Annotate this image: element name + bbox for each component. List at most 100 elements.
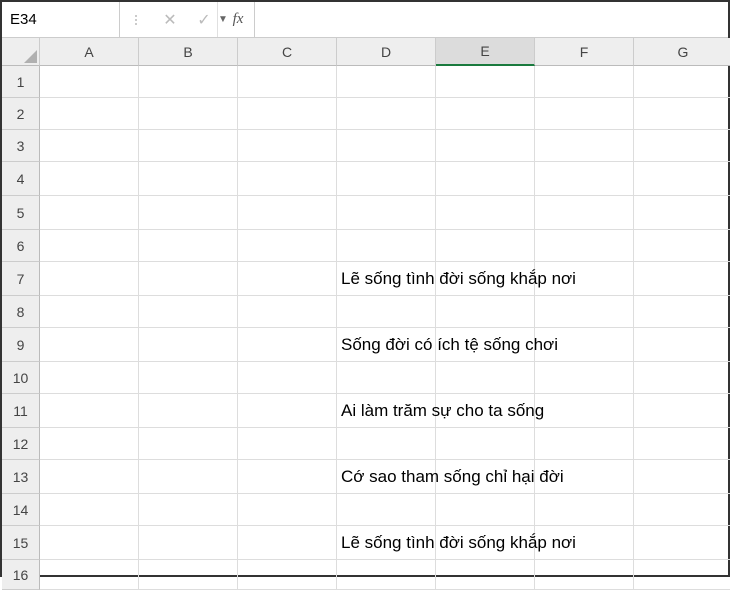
row-header-8[interactable]: 8 <box>2 296 40 328</box>
row-header-3[interactable]: 3 <box>2 130 40 162</box>
cell-B11[interactable] <box>139 394 238 428</box>
cell-G10[interactable] <box>634 362 730 394</box>
cell-B15[interactable] <box>139 526 238 560</box>
cell-C7[interactable] <box>238 262 337 296</box>
cell-A5[interactable] <box>40 196 139 230</box>
cell-A10[interactable] <box>40 362 139 394</box>
cell-A11[interactable] <box>40 394 139 428</box>
cell-F1[interactable] <box>535 66 634 98</box>
cell-E3[interactable] <box>436 130 535 162</box>
cell-E1[interactable] <box>436 66 535 98</box>
select-all-corner[interactable] <box>2 38 40 66</box>
cell-B7[interactable] <box>139 262 238 296</box>
row-header-2[interactable]: 2 <box>2 98 40 130</box>
col-header-G[interactable]: G <box>634 38 730 66</box>
cell-D16[interactable] <box>337 560 436 590</box>
cell-G11[interactable] <box>634 394 730 428</box>
cell-B4[interactable] <box>139 162 238 196</box>
cell-D9[interactable]: Sống đời có ích tệ sống chơi <box>337 328 436 362</box>
cell-E2[interactable] <box>436 98 535 130</box>
cell-F10[interactable] <box>535 362 634 394</box>
cell-B2[interactable] <box>139 98 238 130</box>
row-header-10[interactable]: 10 <box>2 362 40 394</box>
row-header-15[interactable]: 15 <box>2 526 40 560</box>
cell-D13[interactable]: Cớ sao tham sống chỉ hại đời <box>337 460 436 494</box>
row-header-7[interactable]: 7 <box>2 262 40 296</box>
cell-C10[interactable] <box>238 362 337 394</box>
fx-icon[interactable]: fx <box>228 10 248 30</box>
cell-A6[interactable] <box>40 230 139 262</box>
cell-B13[interactable] <box>139 460 238 494</box>
cell-C5[interactable] <box>238 196 337 230</box>
cell-G4[interactable] <box>634 162 730 196</box>
cell-F11[interactable] <box>535 394 634 428</box>
cell-D5[interactable] <box>337 196 436 230</box>
cell-C12[interactable] <box>238 428 337 460</box>
cell-D12[interactable] <box>337 428 436 460</box>
row-header-14[interactable]: 14 <box>2 494 40 526</box>
cell-G5[interactable] <box>634 196 730 230</box>
cell-A3[interactable] <box>40 130 139 162</box>
cell-F8[interactable] <box>535 296 634 328</box>
cell-E10[interactable] <box>436 362 535 394</box>
formula-input[interactable] <box>255 2 728 37</box>
cell-B3[interactable] <box>139 130 238 162</box>
cell-F6[interactable] <box>535 230 634 262</box>
row-header-13[interactable]: 13 <box>2 460 40 494</box>
cell-C14[interactable] <box>238 494 337 526</box>
cell-B12[interactable] <box>139 428 238 460</box>
cell-A1[interactable] <box>40 66 139 98</box>
cell-C3[interactable] <box>238 130 337 162</box>
cell-C6[interactable] <box>238 230 337 262</box>
cell-D15[interactable]: Lẽ sống tình đời sống khắp nơi <box>337 526 436 560</box>
cell-F3[interactable] <box>535 130 634 162</box>
cell-C4[interactable] <box>238 162 337 196</box>
row-header-11[interactable]: 11 <box>2 394 40 428</box>
cell-G6[interactable] <box>634 230 730 262</box>
cell-A9[interactable] <box>40 328 139 362</box>
name-box[interactable]: ▼ <box>2 2 120 37</box>
cell-E12[interactable] <box>436 428 535 460</box>
cell-E16[interactable] <box>436 560 535 590</box>
cell-B5[interactable] <box>139 196 238 230</box>
cell-C8[interactable] <box>238 296 337 328</box>
cell-A16[interactable] <box>40 560 139 590</box>
cell-G12[interactable] <box>634 428 730 460</box>
col-header-E[interactable]: E <box>436 38 535 66</box>
cell-E5[interactable] <box>436 196 535 230</box>
cell-E6[interactable] <box>436 230 535 262</box>
cell-B6[interactable] <box>139 230 238 262</box>
cell-A14[interactable] <box>40 494 139 526</box>
cell-A2[interactable] <box>40 98 139 130</box>
row-header-16[interactable]: 16 <box>2 560 40 590</box>
cell-B8[interactable] <box>139 296 238 328</box>
cell-G7[interactable] <box>634 262 730 296</box>
cell-C1[interactable] <box>238 66 337 98</box>
cell-E4[interactable] <box>436 162 535 196</box>
cell-A8[interactable] <box>40 296 139 328</box>
cell-D7[interactable]: Lẽ sống tình đời sống khắp nơi <box>337 262 436 296</box>
cell-F16[interactable] <box>535 560 634 590</box>
cell-G9[interactable] <box>634 328 730 362</box>
cell-F12[interactable] <box>535 428 634 460</box>
cell-G13[interactable] <box>634 460 730 494</box>
cell-A4[interactable] <box>40 162 139 196</box>
col-header-F[interactable]: F <box>535 38 634 66</box>
cell-F5[interactable] <box>535 196 634 230</box>
cell-C11[interactable] <box>238 394 337 428</box>
cell-C2[interactable] <box>238 98 337 130</box>
col-header-B[interactable]: B <box>139 38 238 66</box>
cell-C16[interactable] <box>238 560 337 590</box>
cell-D11[interactable]: Ai làm trăm sự cho ta sống <box>337 394 436 428</box>
cell-A13[interactable] <box>40 460 139 494</box>
cell-D3[interactable] <box>337 130 436 162</box>
cell-C13[interactable] <box>238 460 337 494</box>
cell-D1[interactable] <box>337 66 436 98</box>
cell-D6[interactable] <box>337 230 436 262</box>
cell-G3[interactable] <box>634 130 730 162</box>
cell-G16[interactable] <box>634 560 730 590</box>
cell-D4[interactable] <box>337 162 436 196</box>
cell-D2[interactable] <box>337 98 436 130</box>
cell-F4[interactable] <box>535 162 634 196</box>
row-header-12[interactable]: 12 <box>2 428 40 460</box>
